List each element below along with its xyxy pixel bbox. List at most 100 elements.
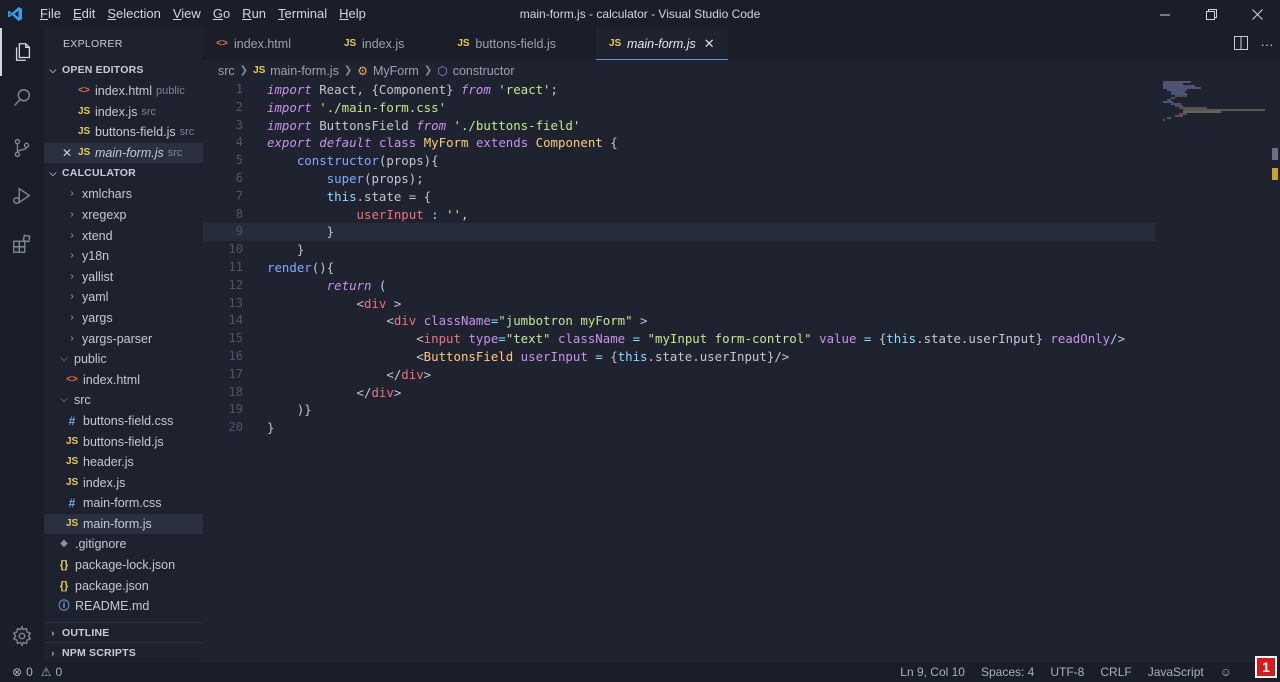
- indentation[interactable]: Spaces: 4: [981, 665, 1034, 679]
- code-line[interactable]: 20}: [203, 419, 1163, 437]
- project-header[interactable]: ⌵ CALCULATOR: [44, 163, 203, 184]
- code-line[interactable]: 3 import ButtonsField from './buttons-fie…: [203, 117, 1163, 135]
- menu-view[interactable]: View: [167, 0, 207, 28]
- sidebar-title: EXPLORER: [63, 38, 123, 50]
- menu-help[interactable]: Help: [333, 0, 372, 28]
- open-editor-item[interactable]: JS index.js src: [44, 102, 203, 123]
- folder-item[interactable]: › xregexp: [44, 205, 203, 226]
- folder-item[interactable]: › y18n: [44, 246, 203, 267]
- open-editor-label: buttons-field.js: [95, 125, 176, 140]
- file-item[interactable]: <> index.html: [44, 370, 203, 391]
- breadcrumb-class[interactable]: MyForm: [373, 60, 419, 82]
- split-editor-icon[interactable]: [1228, 35, 1254, 53]
- tree-item-label: index.js: [83, 475, 126, 490]
- folder-item[interactable]: ⌵ src: [44, 390, 203, 411]
- line-content: <div >: [267, 295, 402, 311]
- more-actions-icon[interactable]: ···: [1254, 37, 1280, 52]
- close-icon[interactable]: ✕: [60, 143, 74, 164]
- file-item[interactable]: # buttons-field.css: [44, 411, 203, 432]
- minimap[interactable]: [1161, 80, 1271, 130]
- code-line[interactable]: 1 import React, {Component} from 'react';: [203, 81, 1163, 99]
- file-item[interactable]: JS header.js: [44, 452, 203, 473]
- code-line[interactable]: 19 )}: [203, 401, 1163, 419]
- code-line[interactable]: 16 <ButtonsField userInput = {this.state…: [203, 348, 1163, 366]
- outline-header[interactable]: › OUTLINE: [44, 622, 203, 643]
- code-line[interactable]: 12 return (: [203, 277, 1163, 295]
- folder-item[interactable]: › xmlchars: [44, 184, 203, 205]
- folder-item[interactable]: › yallist: [44, 267, 203, 288]
- file-item[interactable]: JS main-form.js: [44, 513, 203, 535]
- editor-scrollbar[interactable]: [1272, 140, 1278, 180]
- js-file-icon: JS: [608, 37, 622, 49]
- file-item[interactable]: ◆ .gitignore: [44, 534, 203, 555]
- tab-index-js[interactable]: JS index.js: [331, 28, 444, 60]
- code-line[interactable]: 6 super(props);: [203, 170, 1163, 188]
- close-icon[interactable]: ✕: [704, 28, 715, 60]
- cursor-position[interactable]: Ln 9, Col 10: [900, 665, 965, 679]
- source-control-icon[interactable]: [0, 124, 44, 172]
- file-item[interactable]: ⓘ README.md: [44, 596, 203, 617]
- folder-item[interactable]: › yargs-parser: [44, 329, 203, 350]
- menu-selection[interactable]: Selection: [101, 0, 166, 28]
- notification-badge-icon[interactable]: 1: [1255, 656, 1277, 678]
- language-mode[interactable]: JavaScript: [1148, 665, 1204, 679]
- code-line[interactable]: 2 import './main-form.css': [203, 99, 1163, 117]
- open-editor-item[interactable]: ✕ JS main-form.js src: [44, 142, 203, 164]
- file-item[interactable]: JS index.js: [44, 473, 203, 494]
- code-line[interactable]: 9 }: [203, 223, 1155, 242]
- open-editor-item[interactable]: JS buttons-field.js src: [44, 122, 203, 143]
- file-item[interactable]: {} package.json: [44, 576, 203, 597]
- close-window-button[interactable]: [1234, 0, 1280, 28]
- code-line[interactable]: 18 </div>: [203, 384, 1163, 402]
- tab-main-form-js[interactable]: JS main-form.js ✕: [595, 28, 728, 60]
- code-editor[interactable]: 1 import React, {Component} from 'react';…: [203, 81, 1163, 437]
- menu-edit[interactable]: Edit: [67, 0, 101, 28]
- folder-item[interactable]: › yargs: [44, 308, 203, 329]
- file-item[interactable]: # main-form.css: [44, 493, 203, 514]
- line-content: export default class MyForm extends Comp…: [267, 135, 618, 151]
- folder-item[interactable]: › xtend: [44, 226, 203, 247]
- open-editors-header[interactable]: ⌵ OPEN EDITORS: [44, 60, 203, 81]
- menu-terminal[interactable]: Terminal: [272, 0, 333, 28]
- breadcrumb-method[interactable]: constructor: [453, 60, 515, 82]
- code-line[interactable]: 7 this.state = {: [203, 188, 1163, 206]
- code-line[interactable]: 8 userInput : '',: [203, 206, 1163, 224]
- file-item[interactable]: {} package-lock.json: [44, 555, 203, 576]
- tab-index-html[interactable]: <> index.html: [203, 28, 331, 60]
- code-line[interactable]: 13 <div >: [203, 295, 1163, 313]
- title-bar: File Edit Selection View Go Run Terminal Help m…: [0, 0, 1280, 28]
- open-editor-path: public: [155, 85, 185, 97]
- menu-go[interactable]: Go: [207, 0, 236, 28]
- code-line[interactable]: 10 }: [203, 241, 1163, 259]
- code-line[interactable]: 5 constructor(props){: [203, 152, 1163, 170]
- chevron-right-icon: ›: [70, 208, 74, 220]
- problems-indicator[interactable]: ⊗ 0 ⚠ 0: [0, 665, 62, 679]
- open-editor-item[interactable]: <> index.html public: [44, 81, 203, 102]
- breadcrumb-file[interactable]: main-form.js: [270, 60, 339, 82]
- explorer-icon[interactable]: [0, 28, 44, 76]
- minimize-button[interactable]: [1142, 0, 1188, 28]
- breadcrumb-folder[interactable]: src: [218, 60, 235, 82]
- extensions-icon[interactable]: [0, 220, 44, 268]
- file-item[interactable]: JS buttons-field.js: [44, 432, 203, 453]
- menu-file[interactable]: File: [34, 0, 67, 28]
- search-icon[interactable]: [0, 74, 44, 122]
- restore-button[interactable]: [1188, 0, 1234, 28]
- code-line[interactable]: 17 </div>: [203, 366, 1163, 384]
- code-line[interactable]: 11 render(){: [203, 259, 1163, 277]
- run-debug-icon[interactable]: [0, 172, 44, 220]
- encoding[interactable]: UTF-8: [1050, 665, 1084, 679]
- folder-item[interactable]: ⌵ public: [44, 349, 203, 370]
- code-line[interactable]: 14 <div className="jumbotron myForm" >: [203, 312, 1163, 330]
- chevron-right-icon: ›: [70, 332, 74, 344]
- code-line[interactable]: 15 <input type="text" className = "myInp…: [203, 330, 1163, 348]
- line-content: this.state = {: [326, 188, 432, 204]
- menu-run[interactable]: Run: [236, 0, 272, 28]
- end-of-line[interactable]: CRLF: [1100, 665, 1131, 679]
- settings-gear-icon[interactable]: [0, 612, 44, 660]
- folder-item[interactable]: › yaml: [44, 287, 203, 308]
- feedback-icon[interactable]: ☺: [1220, 665, 1232, 679]
- npm-scripts-header[interactable]: › NPM SCRIPTS: [44, 642, 203, 662]
- code-line[interactable]: 4 export default class MyForm extends Com…: [203, 134, 1163, 152]
- tab-buttons-field-js[interactable]: JS buttons-field.js: [444, 28, 596, 60]
